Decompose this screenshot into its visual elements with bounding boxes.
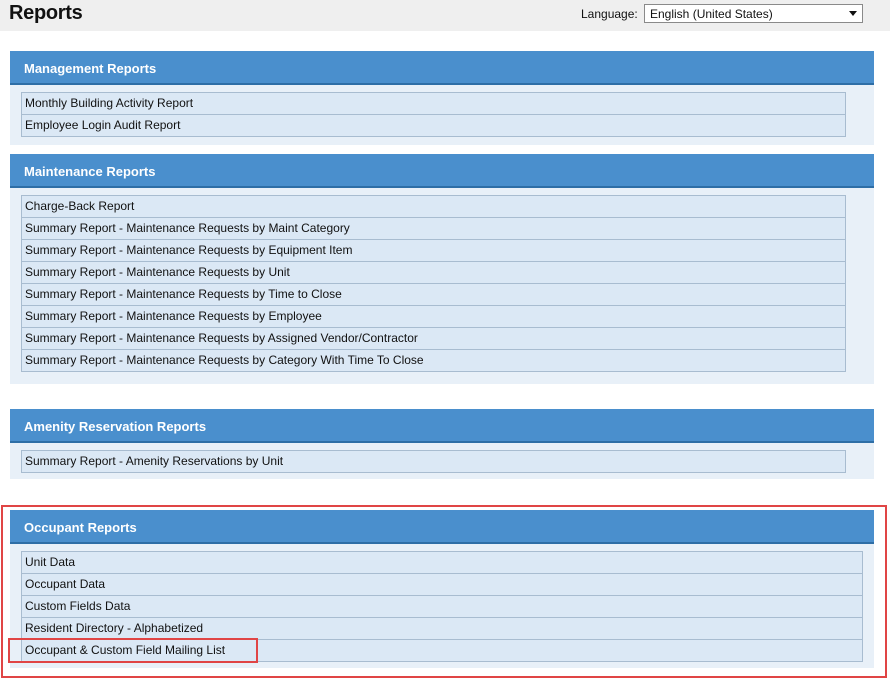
maintenance-reports-panel: Maintenance Reports Charge-Back Report S… bbox=[10, 154, 874, 384]
report-link-custom-fields-data[interactable]: Custom Fields Data bbox=[22, 595, 862, 617]
amenity-reservation-reports-panel: Amenity Reservation Reports Summary Repo… bbox=[10, 409, 874, 479]
report-link-amenity-reservations-by-unit[interactable]: Summary Report - Amenity Reservations by… bbox=[22, 451, 845, 472]
report-link-unit-data[interactable]: Unit Data bbox=[22, 552, 862, 573]
report-link-by-maint-category[interactable]: Summary Report - Maintenance Requests by… bbox=[22, 217, 845, 239]
report-link-by-unit[interactable]: Summary Report - Maintenance Requests by… bbox=[22, 261, 845, 283]
report-link-by-time-to-close[interactable]: Summary Report - Maintenance Requests by… bbox=[22, 283, 845, 305]
panel-header: Management Reports bbox=[10, 51, 874, 85]
report-link-resident-directory[interactable]: Resident Directory - Alphabetized bbox=[22, 617, 862, 639]
report-link-by-equipment-item[interactable]: Summary Report - Maintenance Requests by… bbox=[22, 239, 845, 261]
report-list: Summary Report - Amenity Reservations by… bbox=[21, 450, 846, 473]
report-list: Monthly Building Activity Report Employe… bbox=[21, 92, 846, 137]
report-link-charge-back[interactable]: Charge-Back Report bbox=[22, 196, 845, 217]
language-select[interactable]: English (United States) bbox=[644, 4, 863, 23]
report-link-by-assigned-vendor[interactable]: Summary Report - Maintenance Requests by… bbox=[22, 327, 845, 349]
panel-header: Amenity Reservation Reports bbox=[10, 409, 874, 443]
report-link-occupant-data[interactable]: Occupant Data bbox=[22, 573, 862, 595]
top-bar: Reports Language: English (United States… bbox=[0, 0, 890, 31]
language-selected-value: English (United States) bbox=[650, 7, 773, 21]
report-list: Charge-Back Report Summary Report - Main… bbox=[21, 195, 846, 372]
report-link-by-employee[interactable]: Summary Report - Maintenance Requests by… bbox=[22, 305, 845, 327]
page-title: Reports bbox=[9, 2, 83, 24]
occupant-reports-panel: Occupant Reports Unit Data Occupant Data… bbox=[10, 510, 874, 668]
panel-header: Maintenance Reports bbox=[10, 154, 874, 188]
language-label: Language: bbox=[581, 7, 638, 21]
report-link-by-category-time-to-close[interactable]: Summary Report - Maintenance Requests by… bbox=[22, 349, 845, 371]
report-link-employee-login-audit[interactable]: Employee Login Audit Report bbox=[22, 114, 845, 136]
report-link-occupant-custom-field-mailing-list[interactable]: Occupant & Custom Field Mailing List bbox=[22, 639, 862, 661]
report-link-monthly-building-activity[interactable]: Monthly Building Activity Report bbox=[22, 93, 845, 114]
panel-header: Occupant Reports bbox=[10, 510, 874, 544]
management-reports-panel: Management Reports Monthly Building Acti… bbox=[10, 51, 874, 145]
report-list: Unit Data Occupant Data Custom Fields Da… bbox=[21, 551, 863, 662]
dropdown-arrow-icon bbox=[849, 11, 857, 16]
